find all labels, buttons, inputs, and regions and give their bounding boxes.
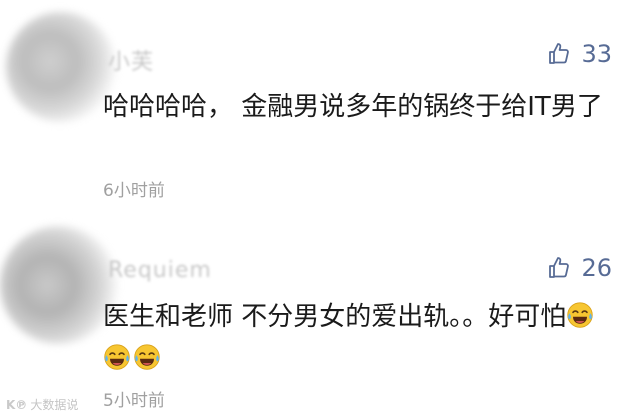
comment-text: 哈哈哈哈， 金融男说多年的锅终于给IT男了 <box>103 86 613 128</box>
tears-of-joy-emoji-icon <box>566 301 594 329</box>
avatar[interactable] <box>6 12 116 122</box>
username[interactable]: Requiem <box>108 258 212 283</box>
watermark: K℗ 大数据说 <box>6 396 78 413</box>
username[interactable]: 小芙 <box>108 44 154 76</box>
like-button[interactable]: 26 <box>547 256 612 280</box>
comment-item: Requiem 26 医生和老师 不分男女的爱出轨。。好可怕 5小时前 <box>0 218 640 420</box>
tears-of-joy-emoji-icon <box>133 343 161 371</box>
timestamp: 5小时前 <box>103 391 165 411</box>
comment-text-content: 医生和老师 不分男女的爱出轨。。好可怕 <box>103 302 567 332</box>
tears-of-joy-emoji-icon <box>103 343 131 371</box>
like-count: 26 <box>581 254 612 282</box>
watermark-logo: K℗ <box>6 397 28 412</box>
avatar[interactable] <box>0 226 118 344</box>
thumbs-up-icon <box>547 42 571 66</box>
watermark-text: 大数据说 <box>30 398 79 412</box>
thumbs-up-icon <box>547 256 571 280</box>
like-count: 33 <box>581 40 612 68</box>
timestamp: 6小时前 <box>103 181 165 201</box>
comment-item: 小芙 33 哈哈哈哈， 金融男说多年的锅终于给IT男了 6小时前 <box>0 0 640 210</box>
comment-text-content: 哈哈哈哈， 金融男说多年的锅终于给IT男了 <box>103 92 603 122</box>
comment-text: 医生和老师 不分男女的爱出轨。。好可怕 <box>103 296 613 380</box>
like-button[interactable]: 33 <box>547 42 612 66</box>
